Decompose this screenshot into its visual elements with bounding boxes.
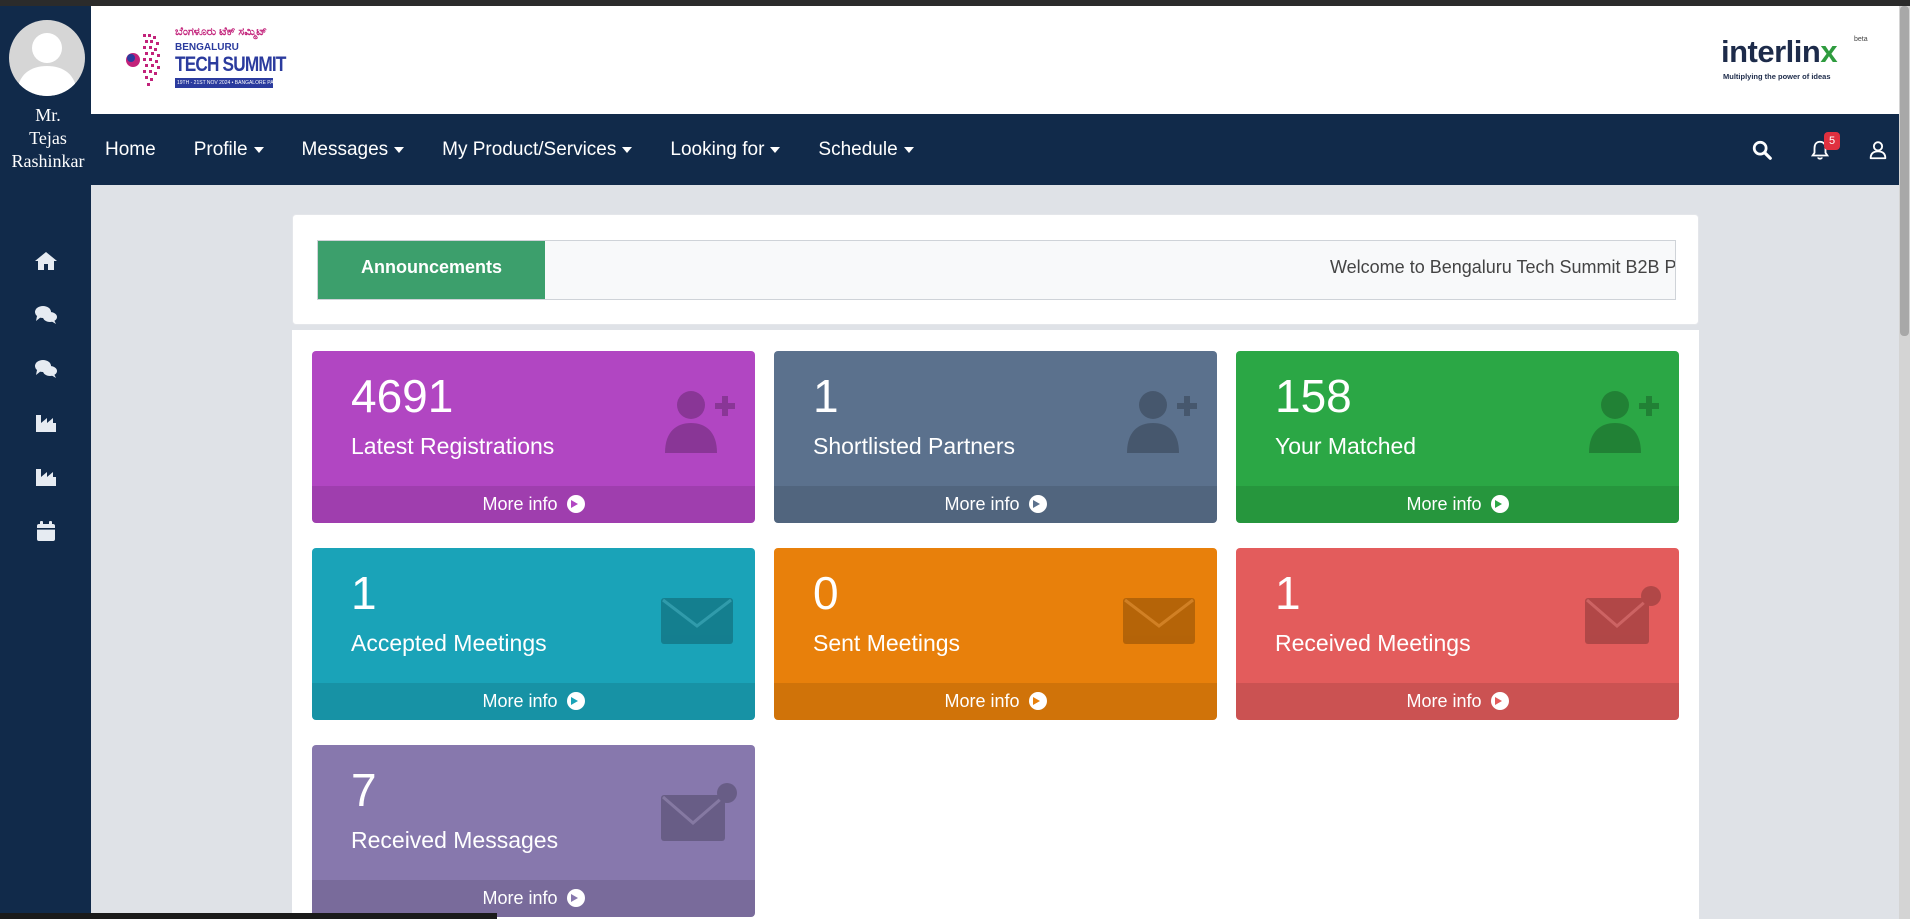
industry-icon [35,469,56,486]
nav-looking-for-dropdown[interactable]: Looking for [670,139,781,161]
arrow-circle-right-icon [566,692,585,710]
envelope-icon [657,578,737,658]
caret-down-icon [394,146,405,153]
nav-messages-dropdown[interactable]: Messages [302,139,405,161]
chat-icon [34,360,57,378]
chat-icon [34,306,57,324]
envelope-icon [1119,578,1199,658]
envelope-dot-icon [657,775,737,855]
tile-value: 1 [813,370,839,422]
notifications-button[interactable]: 5 [1791,130,1849,170]
nav-profile-dropdown[interactable]: Profile [194,139,264,161]
tile-more-info[interactable]: More info [1236,683,1679,720]
tile-label: Received Meetings [1275,630,1471,656]
arrow-circle-right-icon [1490,692,1509,710]
tile-more-info[interactable]: More info [312,880,755,917]
search-icon [1752,140,1772,160]
tile-label: Shortlisted Partners [813,433,1015,459]
sidebar-item-industry-2[interactable] [0,450,91,504]
sidebar-item-calendar[interactable] [0,504,91,558]
summit-globe-icon [126,34,160,86]
arrow-circle-right-icon [1028,692,1047,710]
tile-value: 1 [1275,567,1301,619]
tile-received-messages: 7 Received Messages More info [312,745,755,917]
caret-down-icon [903,146,914,153]
caret-down-icon [770,146,781,153]
arrow-circle-right-icon [566,495,585,513]
search-button[interactable] [1733,130,1791,170]
tile-accepted-meetings: 1 Accepted Meetings More info [312,548,755,720]
announcement-card: Announcements Welcome to Bengaluru Tech … [292,214,1699,325]
tile-more-info[interactable]: More info [312,486,755,523]
announcement-ticker[interactable]: Welcome to Bengaluru Tech Summit B2B Pa [1330,241,1675,299]
tile-label: Accepted Meetings [351,630,547,656]
nav-home[interactable]: Home [105,139,156,161]
user-plus-icon [657,381,737,461]
envelope-dot-icon [1581,578,1661,658]
home-icon [34,252,57,270]
avatar[interactable] [9,20,85,96]
tile-value: 158 [1275,370,1352,422]
tile-value: 0 [813,567,839,619]
tile-label: Latest Registrations [351,433,555,459]
tile-your-matched: 158 Your Matched More info [1236,351,1679,523]
sidebar: Mr. Tejas Rashinkar [0,6,91,919]
tile-more-info[interactable]: More info [312,683,755,720]
header: ಬೆಂಗಳೂರು ಟೆಕ್ ಸಮ್ಮಿಟ್ BENGALURU TECH SUM… [91,6,1899,114]
tile-label: Sent Meetings [813,630,961,656]
calendar-icon [36,521,55,541]
bottom-bar [0,913,497,919]
nav-products-dropdown[interactable]: My Product/Services [442,139,633,161]
tile-value: 7 [351,764,377,816]
event-logo[interactable]: ಬೆಂಗಳೂರು ಟೆಕ್ ಸಮ್ಮಿಟ್ BENGALURU TECH SUM… [123,22,286,96]
brand-logo[interactable]: interlinx beta Multiplying the power of … [1721,34,1871,84]
notification-badge: 5 [1824,131,1840,150]
scrollbar-thumb[interactable] [1900,6,1909,336]
tile-received-meetings: 1 Received Meetings More info [1236,548,1679,720]
side-nav [0,234,91,558]
tile-more-info[interactable]: More info [1236,486,1679,523]
arrow-circle-right-icon [1490,495,1509,513]
sidebar-item-chat[interactable] [0,288,91,342]
tile-label: Your Matched [1275,433,1417,459]
top-navbar: Home Profile Messages My Product/Service… [91,114,1899,185]
arrow-circle-right-icon [566,889,585,907]
user-name: Mr. Tejas Rashinkar [11,105,85,171]
tile-sent-meetings: 0 Sent Meetings More info [774,548,1217,720]
caret-down-icon [622,146,633,153]
sidebar-item-chat-2[interactable] [0,342,91,396]
tile-latest-registrations: 4691 Latest Registrations More info [312,351,755,523]
tile-value: 4691 [351,370,454,422]
user-plus-icon [1581,381,1661,461]
user-plus-icon [1119,381,1199,461]
industry-icon [35,415,56,432]
user-icon [1869,140,1887,159]
announcement-label: Announcements [318,241,545,299]
nav-schedule-dropdown[interactable]: Schedule [818,139,914,161]
arrow-circle-right-icon [1028,495,1047,513]
sidebar-item-home[interactable] [0,234,91,288]
tile-value: 1 [351,567,377,619]
tile-more-info[interactable]: More info [774,683,1217,720]
tile-shortlisted-partners: 1 Shortlisted Partners More info [774,351,1217,523]
tile-more-info[interactable]: More info [774,486,1217,523]
user-avatar-icon [17,33,77,96]
tile-label: Received Messages [351,827,559,853]
announcement-box: Announcements Welcome to Bengaluru Tech … [317,240,1676,300]
caret-down-icon [253,146,264,153]
sidebar-item-industry[interactable] [0,396,91,450]
